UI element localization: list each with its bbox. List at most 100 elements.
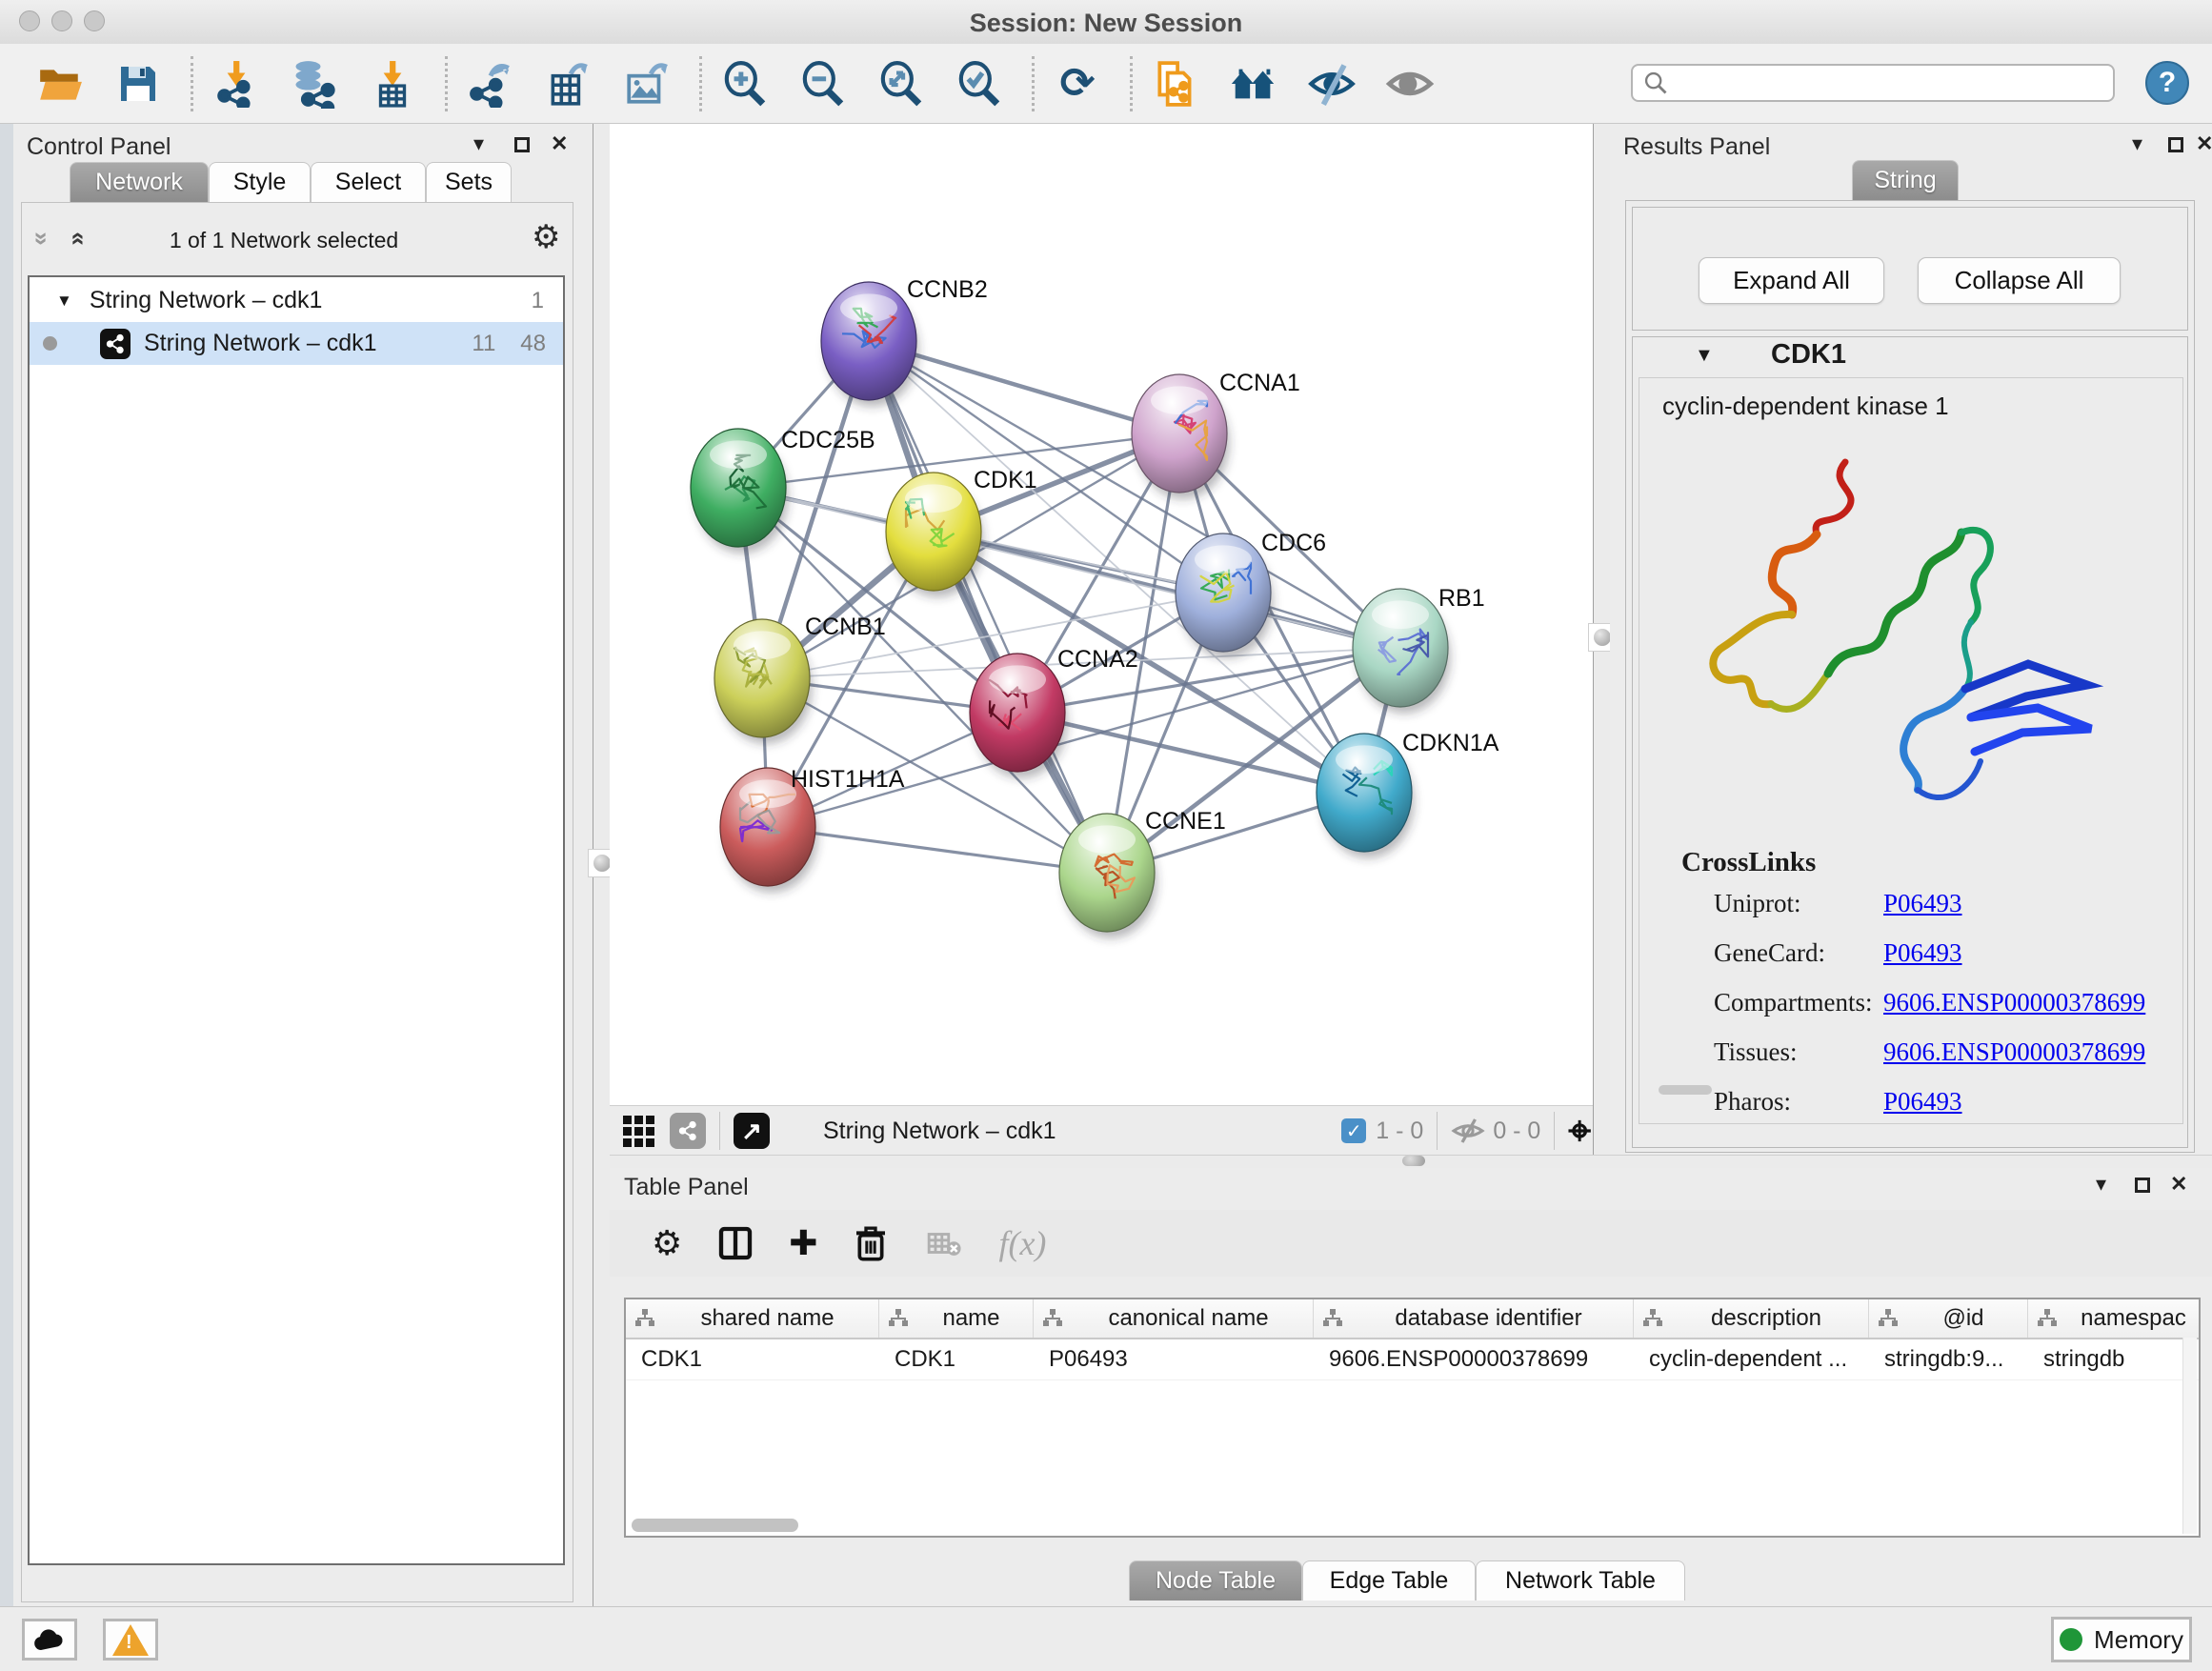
- tab-node-table[interactable]: Node Table: [1129, 1560, 1302, 1601]
- crosslink-value-link[interactable]: P06493: [1883, 889, 1962, 918]
- network-node-ccne1[interactable]: CCNE1: [1059, 808, 1226, 938]
- gene-section: ▼ CDK1 cyclin-dependent kinase 1: [1632, 336, 2188, 1148]
- memory-button[interactable]: Memory: [2051, 1617, 2192, 1662]
- network-edge-ccna2-cdkn1a[interactable]: [1017, 713, 1364, 793]
- create-column-icon[interactable]: ✚: [789, 1224, 817, 1263]
- network-options-gear-icon[interactable]: ⚙: [532, 218, 560, 256]
- table-cell[interactable]: CDK1: [879, 1346, 1034, 1373]
- tab-edge-table[interactable]: Edge Table: [1302, 1560, 1476, 1601]
- crosslink-value-link[interactable]: P06493: [1883, 938, 1962, 968]
- column-header-namespac[interactable]: namespac: [2028, 1299, 2201, 1338]
- search-input[interactable]: [1669, 69, 2092, 97]
- collapse-all-chevron-icon[interactable]: »: [62, 232, 91, 245]
- table-cell[interactable]: P06493: [1034, 1346, 1314, 1373]
- refresh-button[interactable]: ⟳: [1050, 53, 1105, 114]
- network-edge-ccnb2-ccne1[interactable]: [869, 341, 1107, 873]
- import-table-button[interactable]: [365, 53, 420, 114]
- show-columns-icon[interactable]: [716, 1224, 754, 1262]
- collection-expand-icon[interactable]: ▼: [56, 292, 72, 311]
- tab-string-results[interactable]: String: [1852, 160, 1959, 200]
- expand-all-chevron-icon[interactable]: »: [28, 232, 57, 245]
- table-cell[interactable]: 9606.ENSP00000378699: [1314, 1346, 1634, 1373]
- zoom-fit-button[interactable]: [874, 53, 929, 114]
- network-row[interactable]: String Network – cdk1 11 48: [30, 322, 563, 365]
- control-panel-menu-icon[interactable]: ▾: [473, 131, 484, 156]
- crosslink-value-link[interactable]: P06493: [1883, 1087, 1962, 1117]
- export-image-button[interactable]: [619, 53, 674, 114]
- warnings-button[interactable]: !: [103, 1619, 158, 1661]
- table-panel-menu-icon[interactable]: ▾: [2096, 1172, 2106, 1197]
- zoom-selected-button[interactable]: [952, 53, 1007, 114]
- network-node-ccna2[interactable]: CCNA2: [970, 646, 1138, 778]
- open-session-button[interactable]: [32, 53, 88, 114]
- hierarchy-icon: [633, 1307, 656, 1330]
- tab-select[interactable]: Select: [311, 162, 426, 202]
- crosslink-value-link[interactable]: 9606.ENSP00000378699: [1883, 1037, 2145, 1067]
- column-header-name[interactable]: name: [879, 1299, 1034, 1338]
- crosshair-icon[interactable]: ⌖: [1568, 1107, 1591, 1155]
- network-collection-row[interactable]: ▼ String Network – cdk1 1: [30, 279, 563, 322]
- export-table-button[interactable]: [541, 53, 596, 114]
- import-network-button[interactable]: [209, 53, 264, 114]
- network-node-hist1h1a[interactable]: HIST1H1A: [720, 766, 905, 893]
- control-panel-float-icon[interactable]: [514, 137, 530, 152]
- expand-all-button[interactable]: Expand All: [1699, 257, 1884, 304]
- column-header--id[interactable]: @id: [1869, 1299, 2028, 1338]
- save-session-button[interactable]: [111, 53, 166, 114]
- results-panel-float-icon[interactable]: [2168, 137, 2183, 152]
- show-all-button[interactable]: [1382, 53, 1438, 114]
- results-panel-close-icon[interactable]: ✕: [2196, 131, 2212, 156]
- cloud-button[interactable]: [22, 1619, 77, 1661]
- network-node-ccna1[interactable]: CCNA1: [1132, 370, 1300, 499]
- network-canvas[interactable]: CCNB2CCNA1CDC25BCDK1CDC6RB1CCNB1CCNA2CDK…: [610, 124, 1606, 1105]
- network-node-ccnb1[interactable]: CCNB1: [714, 614, 886, 744]
- table-cell[interactable]: cyclin-dependent ...: [1634, 1346, 1869, 1373]
- results-panel: Results Panel ▾ ✕ String Expand All Coll…: [1610, 124, 2212, 1155]
- network-share-icon[interactable]: [670, 1113, 706, 1149]
- column-header-label: database identifier: [1344, 1305, 1633, 1332]
- duplicate-network-button[interactable]: [1148, 53, 1203, 114]
- table-cell[interactable]: CDK1: [626, 1346, 879, 1373]
- delete-column-trash-icon[interactable]: [852, 1224, 890, 1262]
- table-panel-close-icon[interactable]: ✕: [2170, 1172, 2187, 1197]
- collapse-all-button[interactable]: Collapse All: [1918, 257, 2121, 304]
- table-panel-float-icon[interactable]: [2135, 1178, 2150, 1193]
- table-cell[interactable]: stringdb:9...: [1869, 1346, 2028, 1373]
- help-button[interactable]: ?: [2145, 61, 2189, 105]
- zoom-fit-icon: [877, 60, 925, 108]
- hide-selected-button[interactable]: [1304, 53, 1359, 114]
- tab-sets[interactable]: Sets: [426, 162, 512, 202]
- tab-network[interactable]: Network: [70, 162, 209, 202]
- tab-network-table[interactable]: Network Table: [1476, 1560, 1685, 1601]
- table-options-gear-icon[interactable]: ⚙: [652, 1224, 682, 1263]
- first-neighbors-button[interactable]: [1226, 53, 1281, 114]
- crosslinks-hscroll-thumb[interactable]: [1659, 1085, 1712, 1095]
- gene-collapse-icon[interactable]: ▼: [1695, 345, 1714, 367]
- table-horizontal-scrollbar[interactable]: [632, 1519, 798, 1532]
- zoom-in-button[interactable]: [717, 53, 773, 114]
- control-panel-close-icon[interactable]: ✕: [551, 131, 568, 156]
- column-header-canonical-name[interactable]: canonical name: [1034, 1299, 1314, 1338]
- network-edge-hist1h1a-ccne1[interactable]: [768, 827, 1107, 873]
- network-node-rb1[interactable]: RB1: [1353, 585, 1485, 714]
- table-vertical-scrollbar[interactable]: [2182, 1338, 2197, 1534]
- crosslink-value-link[interactable]: 9606.ENSP00000378699: [1883, 988, 2145, 1017]
- birdseye-view-icon[interactable]: ↗: [734, 1113, 770, 1149]
- network-node-ccnb2[interactable]: CCNB2: [821, 276, 988, 407]
- network-node-cdkn1a[interactable]: CDKN1A: [1317, 730, 1499, 858]
- tab-style[interactable]: Style: [209, 162, 311, 202]
- results-panel-menu-icon[interactable]: ▾: [2132, 131, 2142, 156]
- column-header-description[interactable]: description: [1634, 1299, 1869, 1338]
- column-header-shared-name[interactable]: shared name: [626, 1299, 879, 1338]
- column-header-database-identifier[interactable]: database identifier: [1314, 1299, 1634, 1338]
- table-row[interactable]: CDK1CDK1P064939606.ENSP00000378699cyclin…: [626, 1339, 2199, 1380]
- splitter-handle[interactable]: [1402, 1156, 1425, 1166]
- database-import-icon: [290, 59, 339, 109]
- zoom-out-button[interactable]: [795, 53, 851, 114]
- table-cell[interactable]: stringdb: [2028, 1346, 2201, 1373]
- grid-view-icon[interactable]: [623, 1116, 654, 1147]
- import-network-from-database-button[interactable]: [287, 53, 342, 114]
- export-network-button[interactable]: [463, 53, 518, 114]
- selected-checkbox-icon[interactable]: ✓: [1341, 1118, 1366, 1143]
- network-node-cdc6[interactable]: CDC6: [1176, 530, 1326, 658]
